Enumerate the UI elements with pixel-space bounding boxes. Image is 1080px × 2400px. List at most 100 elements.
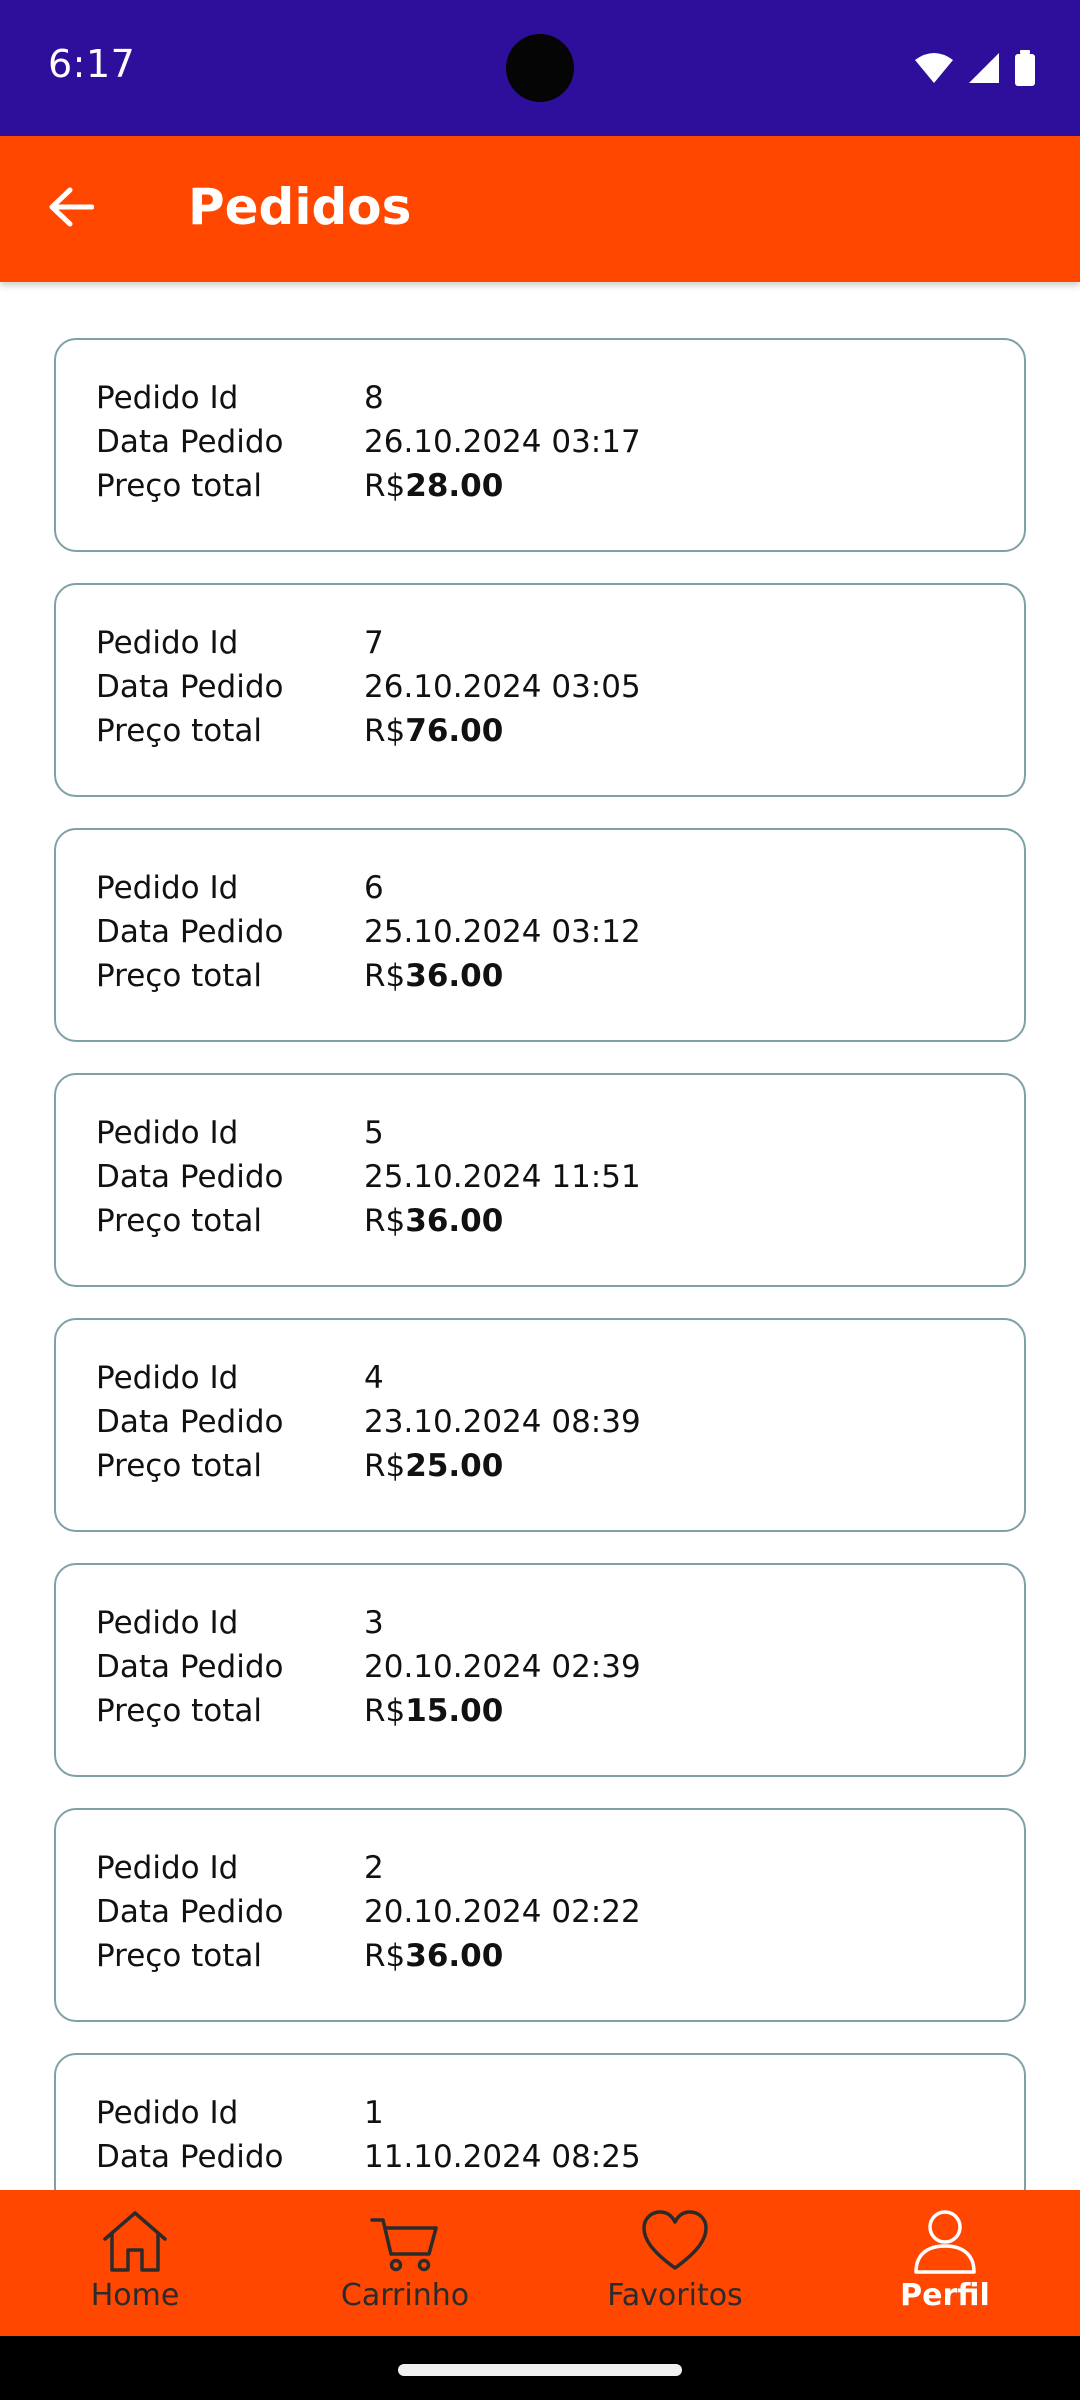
nav-label-profile: Perfil <box>900 2278 990 2313</box>
signal-icon <box>969 53 999 83</box>
order-id-label: Pedido Id <box>96 870 239 906</box>
order-date-label: Data Pedido <box>96 914 284 950</box>
order-price-row: Preço total R$25.00 <box>96 1448 976 1492</box>
status-time: 6:17 <box>48 42 136 86</box>
price-amount: 36.00 <box>405 1203 504 1239</box>
order-card[interactable]: Pedido Id 3 Data Pedido 20.10.2024 02:39… <box>54 1563 1026 1777</box>
order-date-row: Data Pedido 20.10.2024 02:39 <box>96 1649 976 1693</box>
wifi-icon <box>915 53 953 83</box>
order-date-label: Data Pedido <box>96 1159 284 1195</box>
cart-icon <box>370 2218 438 2272</box>
order-id-row: Pedido Id 3 <box>96 1605 976 1649</box>
order-price-label: Preço total <box>96 468 263 504</box>
order-id-value: 2 <box>364 1850 384 1886</box>
order-price-row: Preço total R$28.00 <box>96 468 976 512</box>
order-date-label: Data Pedido <box>96 424 284 460</box>
camera-cutout <box>506 34 574 102</box>
currency-symbol: R$ <box>364 1203 406 1239</box>
order-date-value: 20.10.2024 02:39 <box>364 1649 641 1685</box>
order-id-label: Pedido Id <box>96 1850 239 1886</box>
order-id-row: Pedido Id 6 <box>96 870 976 914</box>
order-id-label: Pedido Id <box>96 1360 239 1396</box>
order-date-label: Data Pedido <box>96 669 284 705</box>
screen: 6:17 Pedidos Pedido Id 8 Data Pedido 26.… <box>0 0 1080 2400</box>
order-id-value: 5 <box>364 1115 384 1151</box>
order-date-value: 20.10.2024 02:22 <box>364 1894 641 1930</box>
page-title: Pedidos <box>188 178 412 236</box>
order-date-label: Data Pedido <box>96 1894 284 1930</box>
order-id-value: 3 <box>364 1605 384 1641</box>
order-price-label: Preço total <box>96 1693 263 1729</box>
nav-item-profile[interactable]: Perfil <box>810 2190 1080 2336</box>
heart-icon <box>642 2210 708 2270</box>
order-card[interactable]: Pedido Id 6 Data Pedido 25.10.2024 03:12… <box>54 828 1026 1042</box>
order-id-row: Pedido Id 1 <box>96 2095 976 2139</box>
order-price-value: R$36.00 <box>364 1203 503 1239</box>
order-id-value: 7 <box>364 625 384 661</box>
back-button[interactable] <box>36 172 106 242</box>
order-date-label: Data Pedido <box>96 1649 284 1685</box>
nav-label-favorites: Favoritos <box>607 2278 743 2313</box>
price-amount: 15.00 <box>405 1693 504 1729</box>
home-icon <box>103 2211 167 2272</box>
order-card[interactable]: Pedido Id 1 Data Pedido 11.10.2024 08:25 <box>54 2053 1026 2190</box>
order-id-row: Pedido Id 5 <box>96 1115 976 1159</box>
order-id-row: Pedido Id 7 <box>96 625 976 669</box>
order-id-label: Pedido Id <box>96 380 239 416</box>
order-id-value: 6 <box>364 870 384 906</box>
currency-symbol: R$ <box>364 1693 406 1729</box>
currency-symbol: R$ <box>364 1448 406 1484</box>
order-card[interactable]: Pedido Id 5 Data Pedido 25.10.2024 11:51… <box>54 1073 1026 1287</box>
currency-symbol: R$ <box>364 1938 406 1974</box>
home-gesture-pill[interactable] <box>398 2364 682 2376</box>
order-date-label: Data Pedido <box>96 1404 284 1440</box>
order-price-value: R$36.00 <box>364 958 503 994</box>
order-card[interactable]: Pedido Id 7 Data Pedido 26.10.2024 03:05… <box>54 583 1026 797</box>
price-amount: 25.00 <box>405 1448 504 1484</box>
order-id-row: Pedido Id 4 <box>96 1360 976 1404</box>
order-card[interactable]: Pedido Id 2 Data Pedido 20.10.2024 02:22… <box>54 1808 1026 2022</box>
orders-list[interactable]: Pedido Id 8 Data Pedido 26.10.2024 03:17… <box>0 282 1080 2190</box>
price-amount: 28.00 <box>405 468 504 504</box>
order-id-row: Pedido Id 2 <box>96 1850 976 1894</box>
nav-item-home[interactable]: Home <box>0 2190 270 2336</box>
order-date-label: Data Pedido <box>96 2139 284 2175</box>
arrow-left-icon <box>49 187 94 227</box>
order-price-value: R$36.00 <box>364 1938 503 1974</box>
order-price-label: Preço total <box>96 1203 263 1239</box>
currency-symbol: R$ <box>364 713 406 749</box>
nav-item-favorites[interactable]: Favoritos <box>540 2190 810 2336</box>
order-id-label: Pedido Id <box>96 2095 239 2131</box>
order-price-value: R$25.00 <box>364 1448 503 1484</box>
order-date-value: 11.10.2024 08:25 <box>364 2139 641 2175</box>
order-date-row: Data Pedido 26.10.2024 03:05 <box>96 669 976 713</box>
order-price-row: Preço total R$36.00 <box>96 1938 976 1982</box>
price-amount: 76.00 <box>405 713 504 749</box>
nav-label-cart: Carrinho <box>340 2278 470 2313</box>
nav-label-home: Home <box>90 2278 180 2313</box>
battery-icon <box>1015 50 1035 86</box>
order-date-row: Data Pedido 25.10.2024 11:51 <box>96 1159 976 1203</box>
price-amount: 36.00 <box>405 958 504 994</box>
nav-item-cart[interactable]: Carrinho <box>270 2190 540 2336</box>
order-date-value: 25.10.2024 03:12 <box>364 914 641 950</box>
order-id-label: Pedido Id <box>96 1115 239 1151</box>
order-date-value: 23.10.2024 08:39 <box>364 1404 641 1440</box>
order-price-label: Preço total <box>96 1938 263 1974</box>
order-card[interactable]: Pedido Id 8 Data Pedido 26.10.2024 03:17… <box>54 338 1026 552</box>
order-price-label: Preço total <box>96 713 263 749</box>
order-price-row: Preço total R$36.00 <box>96 1203 976 1247</box>
order-price-label: Preço total <box>96 958 263 994</box>
price-amount: 36.00 <box>405 1938 504 1974</box>
order-id-row: Pedido Id 8 <box>96 380 976 424</box>
order-date-row: Data Pedido 26.10.2024 03:17 <box>96 424 976 468</box>
order-date-value: 26.10.2024 03:17 <box>364 424 641 460</box>
currency-symbol: R$ <box>364 468 406 504</box>
order-date-value: 26.10.2024 03:05 <box>364 669 641 705</box>
order-price-value: R$28.00 <box>364 468 503 504</box>
order-price-value: R$76.00 <box>364 713 503 749</box>
order-price-value: R$15.00 <box>364 1693 503 1729</box>
order-id-value: 4 <box>364 1360 384 1396</box>
order-card[interactable]: Pedido Id 4 Data Pedido 23.10.2024 08:39… <box>54 1318 1026 1532</box>
order-id-label: Pedido Id <box>96 625 239 661</box>
